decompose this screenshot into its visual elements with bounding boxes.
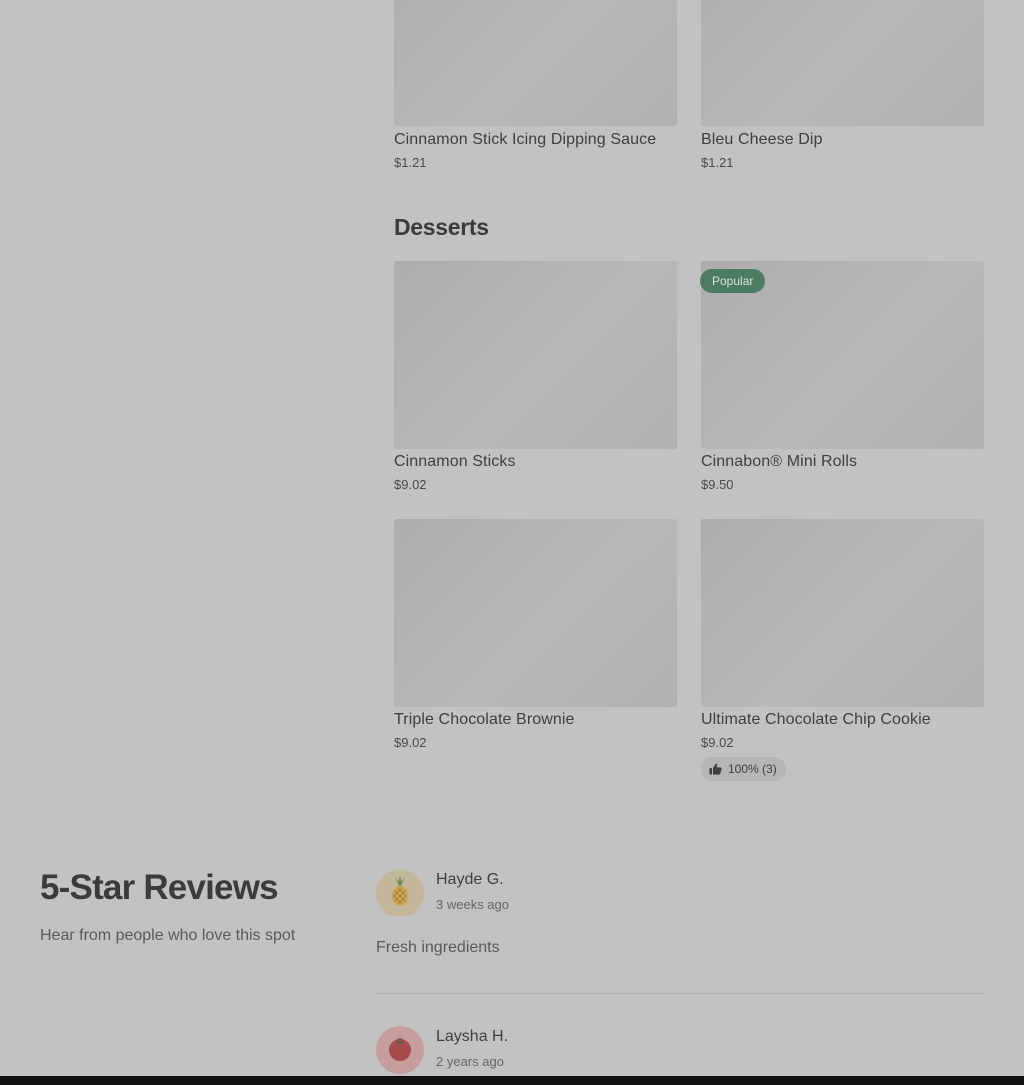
menu-item-price: $9.02 — [394, 477, 427, 492]
bottom-edge-bar — [0, 1076, 1024, 1085]
pineapple-icon — [388, 874, 412, 912]
menu-item-image[interactable] — [394, 519, 677, 707]
rating-text: 100% (3) — [728, 762, 777, 776]
menu-item-price: $9.50 — [701, 477, 734, 492]
reviewer-avatar — [376, 1026, 424, 1074]
menu-item-image[interactable] — [701, 0, 984, 126]
review-time: 3 weeks ago — [436, 897, 509, 912]
menu-item-title[interactable]: Ultimate Chocolate Chip Cookie — [701, 711, 931, 729]
rating-pill: 100% (3) — [701, 757, 786, 781]
menu-item-price: $1.21 — [701, 155, 734, 170]
menu-item-title[interactable]: Bleu Cheese Dip — [701, 131, 823, 149]
reviews-heading: 5-Star Reviews — [40, 868, 279, 907]
reviewer-name: Laysha H. — [436, 1028, 509, 1045]
menu-item-title[interactable]: Cinnamon Sticks — [394, 453, 516, 471]
popular-badge: Popular — [700, 269, 766, 293]
review-text: Fresh ingredients — [376, 939, 500, 956]
menu-item-price: $9.02 — [394, 735, 427, 750]
menu-item-price: $1.21 — [394, 155, 427, 170]
section-title-desserts: Desserts — [394, 214, 489, 240]
menu-item-image[interactable] — [394, 0, 677, 126]
tomato-icon — [388, 1035, 412, 1066]
menu-item-title[interactable]: Cinnamon Stick Icing Dipping Sauce — [394, 131, 656, 149]
reviews-subheading: Hear from people who love this spot — [40, 927, 296, 944]
thumbs-up-icon — [709, 763, 722, 775]
menu-item-price: $9.02 — [701, 735, 734, 750]
menu-item-title[interactable]: Triple Chocolate Brownie — [394, 711, 575, 729]
menu-item-title[interactable]: Cinnabon® Mini Rolls — [701, 453, 857, 471]
reviewer-avatar — [376, 869, 424, 917]
review-divider — [376, 993, 984, 994]
reviewer-name: Hayde G. — [436, 871, 504, 888]
menu-item-image[interactable] — [701, 519, 984, 707]
menu-item-image[interactable] — [394, 261, 677, 449]
review-time: 2 years ago — [436, 1054, 504, 1069]
